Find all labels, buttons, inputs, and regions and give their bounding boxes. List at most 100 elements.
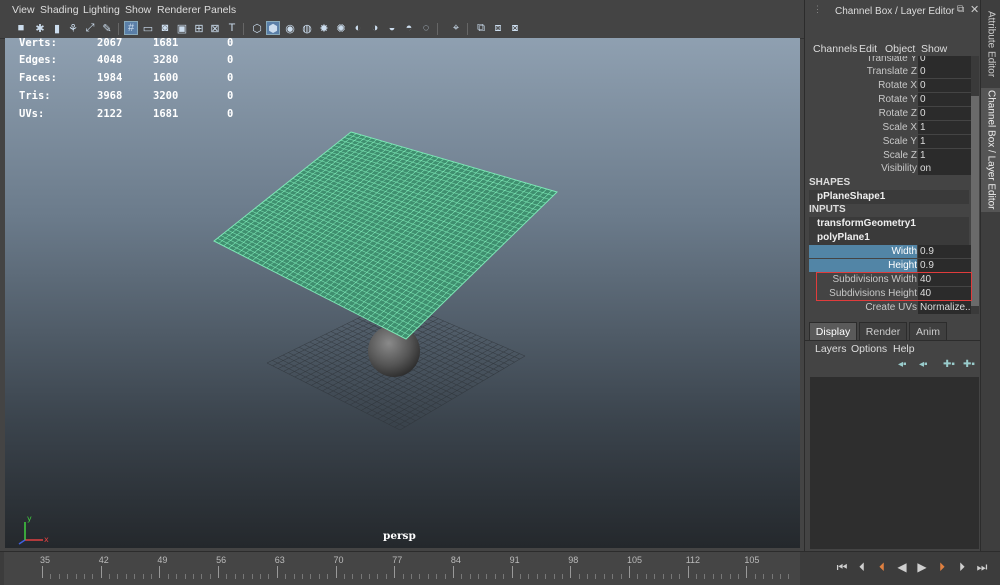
tab-display[interactable]: Display — [809, 322, 857, 340]
tab-channel-box-layer-editor[interactable]: Channel Box / Layer Editor — [981, 88, 1000, 212]
new-layer-selected-icon[interactable]: ✚▪ — [943, 359, 957, 371]
resolution-gate-icon[interactable]: ◙ — [158, 21, 172, 35]
input-node-transformgeometry1[interactable]: transformGeometry1 — [809, 217, 969, 231]
step-back-key-icon[interactable]: ⏴ — [874, 559, 890, 575]
anti-alias-quality-icon[interactable]: ◌ — [419, 21, 433, 35]
time-slider: 35 42 49 56 63 70 77 84 91 98 105 112 105 ⏮ ⏴ ⏴ ◀ ▶ … — [0, 551, 1000, 585]
screen-space-ao-icon[interactable]: ◐ — [351, 21, 365, 35]
subdivisions-highlight-box — [816, 272, 972, 301]
move-layer-up-icon[interactable]: ◂▪ — [898, 359, 912, 371]
isolate-select-icon[interactable]: ⌖ — [449, 21, 463, 35]
go-to-start-icon[interactable]: ⏮ — [834, 559, 850, 575]
channel-box-titlebar: ⋮ Channel Box / Layer Editor ⧉ ✕ — [805, 0, 981, 22]
timeline-minor-tick — [151, 574, 152, 579]
panel-grip-icon[interactable]: ⋮ — [813, 4, 822, 15]
3d-viewport[interactable]: Verts: 2067 1681 0 Edges: 4048 3280 0 Fa… — [5, 38, 800, 548]
attr-create-uvs[interactable]: Create UVs Normalize... — [809, 301, 974, 314]
tab-render[interactable]: Render — [859, 322, 907, 340]
attr-rotate-x[interactable]: Rotate X0 — [809, 79, 974, 93]
timeline-minor-tick — [402, 574, 404, 579]
tab-attribute-editor[interactable]: Attribute Editor — [981, 4, 1000, 84]
play-forwards-icon[interactable]: ▶ — [914, 559, 930, 575]
attr-scale-x[interactable]: Scale X1 — [809, 121, 974, 135]
xray-active-icon[interactable]: ⧇ — [508, 21, 522, 35]
safe-title-icon[interactable]: T — [225, 21, 239, 35]
menu-edit[interactable]: Edit — [859, 43, 877, 55]
menu-show-cb[interactable]: Show — [921, 43, 947, 55]
timeline-minor-tick — [410, 574, 412, 579]
attr-scale-y[interactable]: Scale Y1 — [809, 135, 974, 149]
step-back-icon[interactable]: ⏴ — [854, 559, 870, 575]
textured-icon[interactable]: ◍ — [300, 21, 314, 35]
step-forward-icon[interactable]: ⏵ — [954, 559, 970, 575]
timeline-tick — [687, 566, 689, 578]
timeline-minor-tick — [369, 574, 371, 579]
camera-attributes-icon[interactable]: ✱ — [33, 21, 47, 35]
timeline-minor-tick — [771, 574, 773, 579]
timeline-minor-tick — [779, 574, 781, 579]
xray-joints-icon[interactable]: ⧈ — [491, 21, 505, 35]
channel-box-scrollbar[interactable] — [971, 56, 979, 314]
bookmark-icon[interactable]: ▮ — [50, 21, 64, 35]
timeline-minor-tick — [754, 574, 756, 579]
new-layer-icon[interactable]: ✚▪ — [963, 359, 977, 371]
menu-options[interactable]: Options — [851, 343, 887, 355]
timeline-ruler[interactable]: 35 42 49 56 63 70 77 84 91 98 105 112 105 — [4, 552, 800, 585]
grease-pencil-icon[interactable]: ✎ — [100, 21, 114, 35]
menu-view[interactable]: View — [12, 4, 35, 16]
depth-of-field-icon[interactable]: ◓ — [402, 21, 416, 35]
attr-rotate-z[interactable]: Rotate Z0 — [809, 107, 974, 121]
go-to-end-icon[interactable]: ⏭ — [974, 559, 990, 575]
camera-icon[interactable]: ■ — [14, 21, 28, 35]
anti-aliasing-icon[interactable]: ◒ — [385, 21, 399, 35]
scrollbar-thumb[interactable] — [971, 96, 979, 306]
gate-mask-icon[interactable]: ▣ — [175, 21, 189, 35]
image-plane-icon[interactable]: ⚘ — [66, 21, 80, 35]
menu-renderer[interactable]: Renderer — [157, 4, 201, 16]
layer-list[interactable] — [810, 377, 979, 549]
close-icon[interactable]: ✕ — [970, 3, 979, 16]
timeline-minor-tick — [167, 574, 169, 579]
field-chart-icon[interactable]: ⊞ — [192, 21, 206, 35]
tab-anim[interactable]: Anim — [909, 322, 947, 340]
play-backwards-icon[interactable]: ◀ — [894, 559, 910, 575]
use-all-lights-icon[interactable]: ✸ — [317, 21, 331, 35]
smooth-shade-icon[interactable]: ⬢ — [266, 21, 280, 35]
attr-scale-z[interactable]: Scale Z1 — [809, 149, 974, 163]
plane-object[interactable] — [213, 131, 558, 340]
timeline-minor-tick — [251, 574, 253, 579]
move-layer-down-icon[interactable]: ◂▪ — [919, 359, 933, 371]
grid-icon[interactable]: # — [124, 21, 138, 35]
input-node-polyplane1[interactable]: polyPlane1 — [809, 231, 969, 245]
menu-panels[interactable]: Panels — [204, 4, 236, 16]
menu-channels[interactable]: Channels — [813, 43, 857, 55]
motion-blur-icon[interactable]: ◑ — [368, 21, 382, 35]
shape-node-pplaneshape1[interactable]: pPlaneShape1 — [809, 190, 969, 204]
xray-icon[interactable]: ⧉ — [474, 21, 488, 35]
timeline-tick-label: 77 — [392, 555, 403, 565]
step-forward-key-icon[interactable]: ⏵ — [934, 559, 950, 575]
attr-height[interactable]: Height 0.9 — [809, 259, 974, 273]
timeline-minor-tick — [360, 574, 362, 579]
attr-rotate-y[interactable]: Rotate Y0 — [809, 93, 974, 107]
menu-shading[interactable]: Shading — [40, 4, 79, 16]
float-panel-icon[interactable]: ⧉ — [957, 4, 964, 15]
wireframe-on-shaded-icon[interactable]: ◉ — [283, 21, 297, 35]
safe-action-icon[interactable]: ⊠ — [208, 21, 222, 35]
attr-visibility[interactable]: Visibility on — [809, 162, 974, 176]
attr-width[interactable]: Width 0.9 — [809, 245, 974, 259]
menu-show[interactable]: Show — [125, 4, 151, 16]
wireframe-icon[interactable]: ⬡ — [250, 21, 264, 35]
menu-layers[interactable]: Layers — [815, 343, 847, 355]
menu-help[interactable]: Help — [893, 343, 915, 355]
menu-object[interactable]: Object — [885, 43, 915, 55]
menu-lighting[interactable]: Lighting — [83, 4, 120, 16]
attr-translate-z[interactable]: Translate Z0 — [809, 65, 974, 79]
2d-pan-zoom-icon[interactable]: ⤢ — [83, 21, 97, 35]
shadows-icon[interactable]: ✺ — [334, 21, 348, 35]
timeline-minor-tick — [75, 574, 77, 579]
timeline-minor-tick — [603, 574, 605, 579]
film-gate-icon[interactable]: ▭ — [141, 21, 155, 35]
timeline-minor-tick — [519, 574, 521, 579]
timeline-minor-tick — [620, 574, 622, 579]
